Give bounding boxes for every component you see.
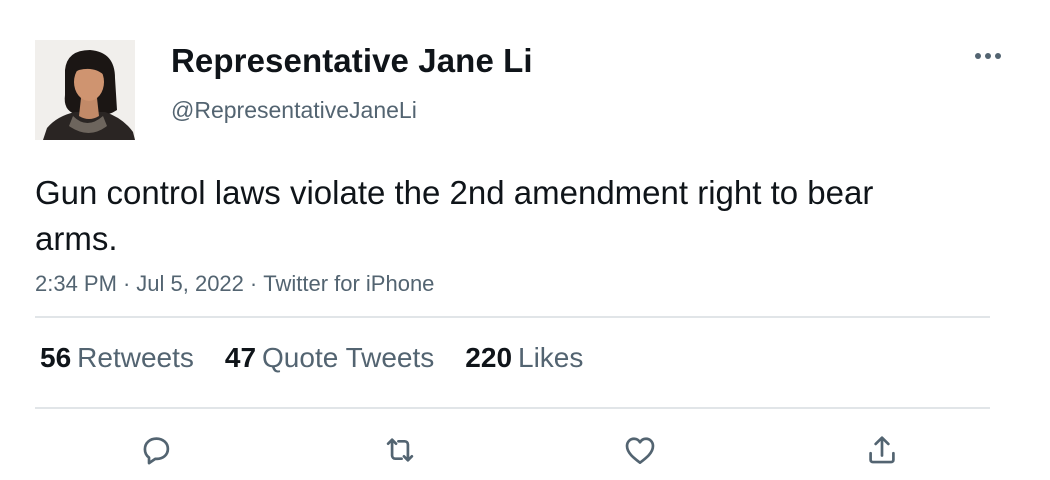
retweets-label: Retweets — [77, 342, 194, 373]
tweet-metadata: 2:34 PM · Jul 5, 2022 · Twitter for iPhone — [35, 271, 434, 297]
tweet-time[interactable]: 2:34 PM — [35, 271, 117, 296]
more-options-button[interactable] — [968, 40, 1008, 72]
like-button[interactable] — [618, 428, 662, 472]
divider — [35, 316, 990, 318]
retweet-icon — [386, 438, 414, 462]
retweets-stat[interactable]: 56 Retweets — [40, 342, 194, 374]
engagement-stats: 56 Retweets 47 Quote Tweets 220 Likes — [40, 342, 614, 374]
tweet-source[interactable]: Twitter for iPhone — [263, 271, 434, 296]
retweets-count: 56 — [40, 342, 72, 373]
quote-tweets-label: Quote Tweets — [262, 342, 435, 373]
likes-count: 220 — [465, 342, 513, 373]
likes-stat[interactable]: 220 Likes — [465, 342, 583, 374]
meta-separator: · — [249, 271, 258, 296]
quote-tweets-stat[interactable]: 47 Quote Tweets — [225, 342, 434, 374]
quote-tweets-count: 47 — [224, 342, 257, 373]
tweet-date[interactable]: Jul 5, 2022 — [136, 271, 244, 296]
likes-label: Likes — [518, 342, 584, 373]
heart-icon — [625, 437, 655, 465]
divider — [35, 407, 990, 409]
profile-photo-icon — [35, 40, 135, 140]
user-handle[interactable]: @RepresentativeJaneLi — [171, 97, 417, 124]
retweet-button[interactable] — [378, 428, 422, 472]
display-name[interactable]: Representative Jane Li — [171, 42, 533, 80]
reply-button[interactable] — [134, 428, 178, 472]
tweet-text: Gun control laws violate the 2nd amendme… — [35, 174, 874, 257]
meta-separator: · — [122, 271, 131, 296]
avatar[interactable] — [35, 40, 135, 140]
share-button[interactable] — [860, 428, 904, 472]
reply-icon — [143, 437, 170, 465]
more-icon — [975, 53, 1001, 59]
share-icon — [869, 436, 895, 464]
